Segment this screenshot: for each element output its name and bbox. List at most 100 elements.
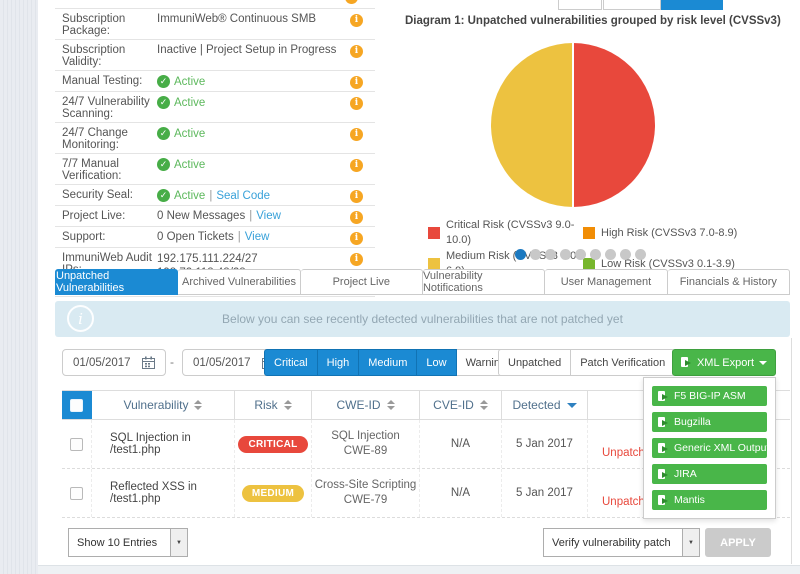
info-icon[interactable]: i <box>350 211 363 224</box>
legend-label: High Risk (CVSSv3 7.0-8.9) <box>601 226 737 241</box>
status-active-text: Active <box>174 159 205 171</box>
cwe-name: Cross-Site Scripting <box>315 478 417 493</box>
column-header-vulnerability[interactable]: Vulnerability <box>92 391 235 419</box>
detected-cell: 5 Jan 2017 <box>502 469 588 517</box>
link-seal-code[interactable]: Seal Code <box>216 190 270 202</box>
vulnerability-title[interactable]: SQL Injection in /test1.php <box>110 432 234 456</box>
link-view[interactable]: View <box>256 210 281 222</box>
chevron-down-icon: ▼ <box>170 529 187 556</box>
column-header-cve-id[interactable]: CVE-ID <box>420 391 502 419</box>
info-icon[interactable]: i <box>350 76 363 89</box>
subscription-value: ✓Active <box>157 74 350 88</box>
info-icon[interactable]: i <box>350 232 363 245</box>
carousel-dot[interactable] <box>590 249 601 260</box>
link-view[interactable]: View <box>245 231 270 243</box>
vulnerability-title[interactable]: Reflected XSS in /test1.php <box>110 481 234 505</box>
cropped-toolbar-button[interactable] <box>558 0 602 10</box>
cropped-subscription-row <box>55 0 375 9</box>
filter-critical[interactable]: Critical <box>264 349 318 376</box>
select-all-checkbox[interactable] <box>70 399 83 412</box>
value-text: 0 New Messages <box>157 210 245 222</box>
tab-user-management[interactable]: User Management <box>545 269 667 295</box>
carousel-dot[interactable] <box>575 249 586 260</box>
carousel-dot[interactable] <box>515 249 526 260</box>
subscription-value: ✓Active|Seal Code <box>157 188 350 202</box>
subscription-label: Subscription Package: <box>62 12 157 37</box>
status-active-text: Active <box>174 128 205 140</box>
cropped-toolbar-button[interactable] <box>603 0 661 10</box>
cropped-toolbar-button-active[interactable] <box>661 0 723 10</box>
tab-vulnerability-notifications[interactable]: Vulnerability Notifications <box>423 269 545 295</box>
status-active-text: Active <box>174 190 205 202</box>
subscription-value: 0 Open Tickets|View <box>157 230 350 243</box>
info-icon[interactable]: i <box>350 14 363 27</box>
carousel-dot[interactable] <box>605 249 616 260</box>
filter-unpatched[interactable]: Unpatched <box>498 349 571 376</box>
carousel-dot[interactable] <box>560 249 571 260</box>
subscription-row: Manual Testing:✓Activei <box>55 71 375 92</box>
export-option-mantis[interactable]: Mantis <box>652 490 767 510</box>
export-file-icon <box>681 357 692 368</box>
filter-medium[interactable]: Medium <box>359 349 417 376</box>
xml-export-button[interactable]: XML Export <box>672 349 776 376</box>
risk-cell: MEDIUM <box>235 469 312 517</box>
sort-icon <box>480 400 488 410</box>
row-select-cell <box>62 469 92 517</box>
subscription-row: Project Live:0 New Messages|Viewi <box>55 206 375 227</box>
subscription-panel: Subscription Package:ImmuniWeb® Continuo… <box>55 0 375 297</box>
export-option-bugzilla[interactable]: Bugzilla <box>652 412 767 432</box>
export-file-icon <box>658 417 669 428</box>
filter-patch-verification[interactable]: Patch Verification <box>571 349 675 376</box>
info-icon[interactable]: i <box>350 128 363 141</box>
filter-high[interactable]: High <box>318 349 360 376</box>
bulk-action-select[interactable]: Verify vulnerability patch ▼ <box>543 528 700 557</box>
sort-desc-icon <box>387 406 395 410</box>
carousel-dot[interactable] <box>620 249 631 260</box>
subscription-value: ✓Active <box>157 95 350 109</box>
cwe-id: CWE-89 <box>344 444 387 459</box>
panel-right-border <box>791 338 792 564</box>
subscription-value: Inactive | Project Setup in Progress <box>157 43 350 56</box>
info-circle-icon: i <box>67 305 94 332</box>
ip-address: 192.175.111.224/27 <box>157 252 350 266</box>
select-all-cell[interactable] <box>62 391 92 419</box>
subscription-row: 24/7 Vulnerability Scanning:✓Activei <box>55 92 375 123</box>
subscription-row: Security Seal:✓Active|Seal Codei <box>55 185 375 206</box>
cve-id: N/A <box>451 487 470 499</box>
export-option-label: F5 BIG-IP ASM <box>674 390 746 402</box>
detected-date: 5 Jan 2017 <box>516 438 573 450</box>
calendar-icon[interactable] <box>142 356 155 369</box>
info-icon[interactable]: i <box>350 159 363 172</box>
row-checkbox[interactable] <box>70 487 83 500</box>
column-header-risk[interactable]: Risk <box>235 391 312 419</box>
tab-archived-vulnerabilities[interactable]: Archived Vulnerabilities <box>178 269 300 295</box>
info-icon[interactable]: i <box>350 253 363 266</box>
export-option-label: Bugzilla <box>674 416 711 428</box>
column-header-cwe-id[interactable]: CWE-ID <box>312 391 420 419</box>
info-icon[interactable]: i <box>350 97 363 110</box>
apply-button[interactable]: APPLY <box>705 528 771 557</box>
info-icon[interactable] <box>345 0 358 4</box>
check-circle-icon: ✓ <box>157 158 170 171</box>
left-margin-stripe <box>0 0 38 574</box>
entries-select[interactable]: Show 10 Entries ▼ <box>68 528 188 557</box>
carousel-dot[interactable] <box>530 249 541 260</box>
info-icon[interactable]: i <box>350 45 363 58</box>
row-checkbox[interactable] <box>70 438 83 451</box>
vulnerability-cell: SQL Injection in /test1.php <box>92 420 235 468</box>
carousel-dot[interactable] <box>635 249 646 260</box>
filter-low[interactable]: Low <box>417 349 456 376</box>
export-option-jira[interactable]: JIRA <box>652 464 767 484</box>
info-icon[interactable]: i <box>350 190 363 203</box>
tab-unpatched-vulnerabilities[interactable]: Unpatched Vulnerabilities <box>55 269 178 295</box>
subscription-value: ImmuniWeb® Continuous SMB <box>157 12 350 25</box>
diagram-title: Diagram 1: Unpatched vulnerabilities gro… <box>405 15 745 27</box>
subscription-label: Subscription Validity: <box>62 43 157 68</box>
tab-project-live[interactable]: Project Live <box>301 269 423 295</box>
column-header-detected[interactable]: Detected <box>502 391 588 419</box>
export-option-generic-xml-output[interactable]: Generic XML Output <box>652 438 767 458</box>
tab-financials-history[interactable]: Financials & History <box>668 269 790 295</box>
subscription-value: ✓Active <box>157 126 350 140</box>
carousel-dot[interactable] <box>545 249 556 260</box>
export-option-f5-big-ip-asm[interactable]: F5 BIG-IP ASM <box>652 386 767 406</box>
